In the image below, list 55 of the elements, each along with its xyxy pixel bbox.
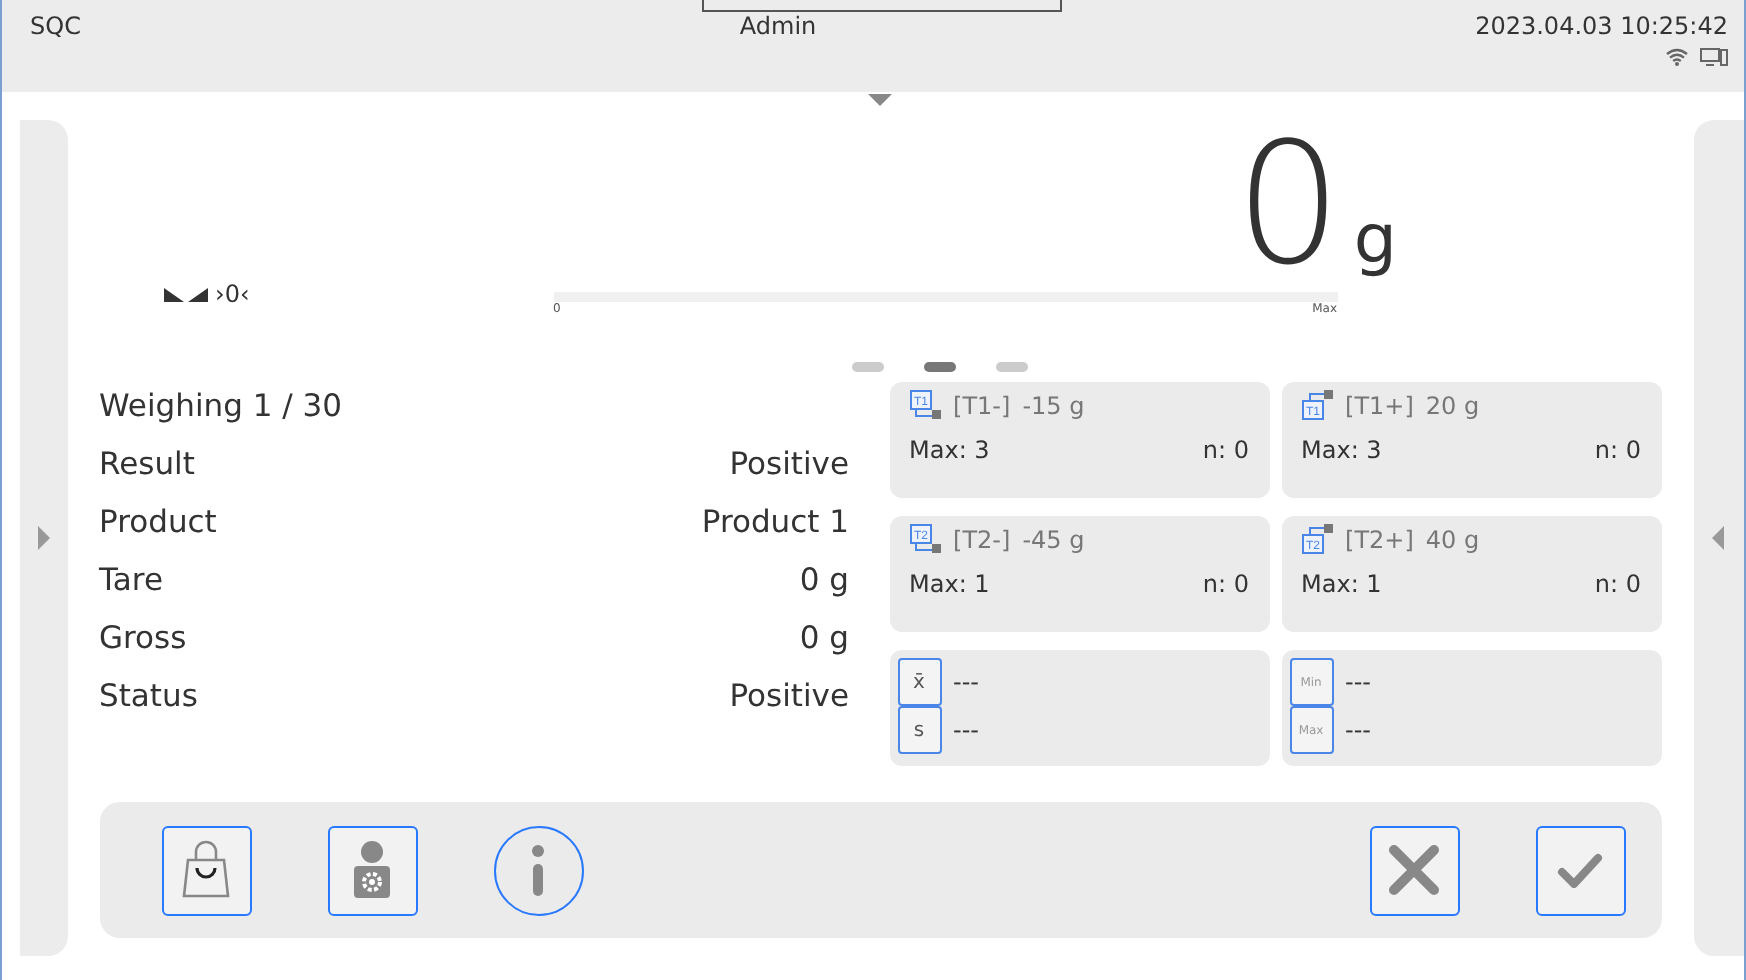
info-value: Positive [729, 446, 850, 482]
statistic-value: --- [1345, 716, 1372, 744]
user-gear-icon [350, 840, 395, 900]
threshold-count: n: 0 [1202, 570, 1250, 598]
user-settings-button[interactable] [327, 825, 418, 915]
expand-left-icon [1712, 526, 1725, 550]
statistic-value: --- [953, 668, 980, 696]
weight-value: 0 [1234, 120, 1342, 288]
threshold-value: -15 g [1022, 391, 1085, 419]
threshold-max: Max: 1 [909, 570, 990, 598]
threshold-code: [T2+] [1345, 525, 1414, 553]
statistic-symbol: x̄ [897, 658, 942, 706]
stability-icon [163, 286, 208, 302]
info-label: Status [99, 678, 198, 714]
threshold-max: Max: 3 [909, 436, 990, 464]
zero-indicator: ›0‹ [215, 280, 250, 308]
info-value: Product 1 [701, 504, 850, 540]
info-icon [530, 844, 547, 896]
statistic-value: --- [953, 716, 980, 744]
close-icon [1388, 844, 1441, 896]
weight-unit: g [1353, 206, 1398, 274]
user-label: Admin [739, 12, 817, 40]
threshold-count: n: 0 [1202, 436, 1250, 464]
info-value: 0 g [799, 562, 850, 598]
cancel-button[interactable] [1369, 825, 1460, 915]
threshold-value: 40 g [1425, 525, 1480, 553]
mode-label: SQC [30, 12, 81, 40]
expand-right-icon [37, 526, 50, 550]
shopping-bag-icon [180, 840, 233, 900]
confirm-button[interactable] [1535, 825, 1626, 915]
wifi-icon [1666, 48, 1688, 66]
threshold-count: n: 0 [1594, 436, 1642, 464]
checkmark-icon [1556, 852, 1605, 888]
datetime-label: 2023.04.03 10:25:42 [1475, 12, 1728, 40]
threshold-value: -45 g [1022, 525, 1085, 553]
threshold-code: [T1-] [953, 391, 1011, 419]
threshold-code: [T1+] [1345, 391, 1414, 419]
product-button[interactable] [161, 825, 252, 915]
info-button[interactable] [493, 825, 584, 915]
threshold-max: Max: 3 [1301, 436, 1382, 464]
computer-icon [1700, 48, 1728, 66]
statistic-value: --- [1345, 668, 1372, 696]
info-label: Gross [99, 620, 187, 656]
info-label: Result [99, 446, 195, 482]
threshold-max: Max: 1 [1301, 570, 1382, 598]
info-label: Weighing 1 / 30 [99, 388, 342, 424]
info-value: 0 g [799, 620, 850, 656]
info-value: Positive [729, 678, 850, 714]
threshold-code: [T2-] [953, 525, 1011, 553]
threshold-value: 20 g [1425, 391, 1480, 419]
page-indicator[interactable] [924, 362, 957, 372]
statistic-symbol: s [897, 706, 942, 754]
threshold-count: n: 0 [1594, 570, 1642, 598]
info-label: Tare [99, 562, 163, 598]
info-label: Product [99, 504, 217, 540]
